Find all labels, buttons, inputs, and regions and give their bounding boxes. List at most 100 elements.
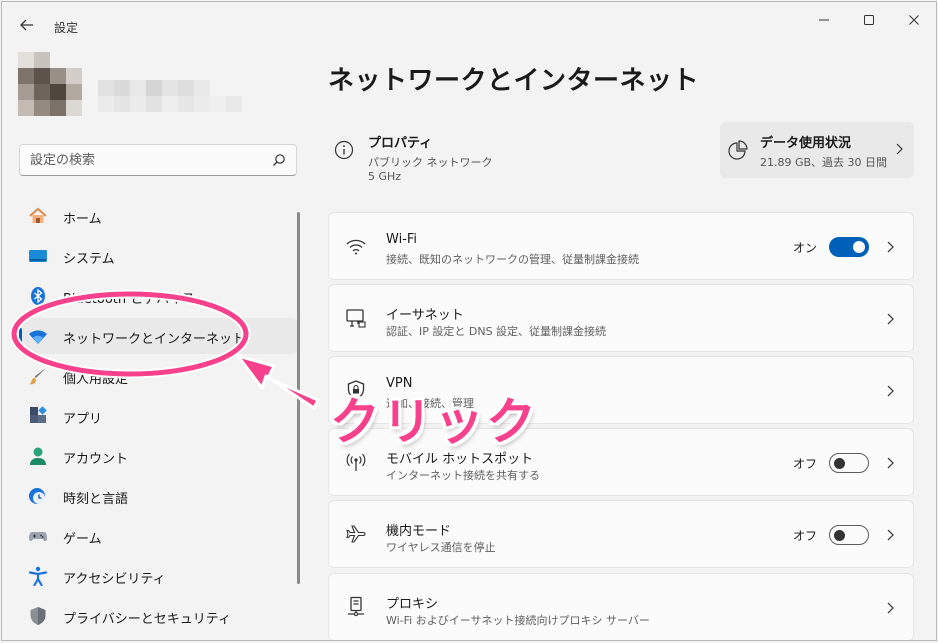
system-icon (29, 250, 47, 262)
proxy-card[interactable]: プロキシ Wi-Fi およびイーサネット接続向けプロキシ サーバー (328, 573, 914, 640)
pixel-block (130, 96, 146, 112)
sidebar-item-label: システム (63, 252, 115, 267)
chevron-right-icon (887, 241, 894, 253)
title-bar: 設定 (2, 2, 936, 50)
hotspot-toggle[interactable] (829, 453, 869, 473)
pixel-block (162, 80, 178, 96)
wifi-card[interactable]: Wi-Fi 接続、既知のネットワークの管理、従量制課金接続 オン (328, 212, 914, 280)
pixel-block (194, 80, 210, 96)
airplane-mode-toggle[interactable] (829, 525, 869, 545)
chevron-right-icon (887, 385, 894, 397)
maximize-icon (864, 15, 874, 25)
pixel-block (18, 100, 34, 116)
search-icon[interactable] (272, 153, 286, 167)
minimize-icon (819, 19, 829, 21)
pixel-block (210, 96, 226, 112)
ethernet-card[interactable]: イーサネット 認証、IP 設定と DNS 設定、従量制課金接続 (328, 284, 914, 352)
sidebar-item-time-language[interactable]: 時刻と言語 (19, 478, 297, 514)
search-input[interactable] (30, 145, 260, 175)
gamepad-icon (29, 532, 47, 541)
home-icon (29, 207, 47, 223)
pixel-block (34, 68, 50, 84)
sidebar-item-gaming[interactable]: ゲーム (19, 518, 297, 554)
card-description: インターネット接続を共有する (386, 469, 540, 482)
proxy-server-icon (348, 596, 364, 617)
sidebar-item-label: プライバシーとセキュリティ (63, 612, 231, 627)
sidebar-item-label: アクセシビリティ (63, 572, 166, 587)
selection-indicator (19, 328, 22, 344)
card-title: Wi-Fi (386, 232, 418, 247)
network-band: 5 GHz (368, 170, 402, 183)
data-usage-title: データ使用状況 (760, 136, 852, 151)
maximize-button[interactable] (855, 10, 883, 30)
pixel-block (98, 80, 114, 96)
pixel-block (50, 68, 66, 84)
toggle-knob (834, 529, 845, 541)
properties-title: プロパティ (368, 136, 433, 151)
wifi-toggle[interactable] (829, 237, 869, 257)
sidebar-item-bluetooth[interactable]: Bluetooth とデバイス (19, 278, 297, 314)
pixel-block (18, 84, 34, 100)
network-properties[interactable]: プロパティ パブリック ネットワーク 5 GHz (328, 122, 708, 183)
info-icon (334, 140, 354, 160)
sidebar-item-network[interactable]: ネットワークとインターネット (19, 318, 297, 354)
chevron-right-icon (887, 457, 894, 469)
sidebar-item-accessibility[interactable]: アクセシビリティ (19, 558, 297, 594)
sidebar-item-apps[interactable]: アプリ (19, 398, 297, 434)
chevron-right-icon (887, 602, 894, 614)
sidebar-item-label: 個人用設定 (63, 372, 129, 387)
pixel-block (34, 84, 50, 100)
airplane-mode-card[interactable]: 機内モード ワイヤレス通信を停止 オフ (328, 500, 914, 568)
pixel-block (34, 100, 50, 116)
sidebar-item-label: ホーム (63, 212, 102, 227)
pixel-block (66, 68, 82, 84)
settings-window: 設定 設定の検索 ホーム システム Bluetooth とデバイス ネットワーク… (1, 1, 937, 641)
clock-globe-icon (29, 488, 45, 504)
pixel-block (114, 96, 130, 112)
sidebar-item-label: 時刻と言語 (63, 492, 129, 507)
pixel-block (34, 52, 50, 68)
close-button[interactable] (900, 10, 928, 30)
sidebar-scrollbar[interactable] (297, 212, 300, 584)
card-title: プロキシ (386, 597, 439, 612)
pixel-block (66, 100, 82, 116)
pixel-block (18, 68, 34, 84)
wifi-icon (29, 330, 47, 344)
pixel-block (162, 96, 178, 112)
toggle-state-label: オフ (792, 457, 817, 471)
bluetooth-icon (31, 287, 45, 305)
chevron-right-icon (887, 529, 894, 541)
card-title: 機内モード (386, 524, 452, 539)
back-arrow-icon (20, 19, 33, 31)
chevron-right-icon (896, 143, 903, 155)
sidebar-item-personalization[interactable]: 個人用設定 (19, 358, 297, 394)
minimize-button[interactable] (810, 10, 838, 30)
sidebar-item-privacy[interactable]: プライバシーとセキュリティ (19, 598, 297, 634)
pixel-block (66, 84, 82, 100)
sidebar-item-accounts[interactable]: アカウント (19, 438, 297, 474)
sidebar-item-system[interactable]: システム (19, 238, 297, 274)
data-usage-card[interactable]: データ使用状況 21.89 GB、過去 30 日間 (720, 122, 914, 178)
network-type: パブリック ネットワーク (368, 156, 493, 169)
app-title: 設定 (54, 21, 79, 35)
pixel-block (226, 96, 242, 112)
account-icon (30, 447, 46, 465)
sidebar-item-label: Bluetooth とデバイス (63, 292, 195, 307)
card-description: ワイヤレス通信を停止 (386, 541, 496, 554)
sidebar-item-label: ゲーム (63, 532, 102, 547)
user-profile-pixelated[interactable] (18, 52, 248, 122)
ethernet-icon (346, 309, 366, 328)
card-title: イーサネット (386, 308, 464, 323)
pixel-block (98, 96, 114, 112)
brush-icon (29, 368, 46, 385)
pixel-block (130, 80, 146, 96)
sidebar-item-label: アカウント (63, 452, 129, 467)
sidebar-item-home[interactable]: ホーム (19, 198, 297, 234)
settings-search-box[interactable] (19, 144, 297, 176)
card-description: Wi-Fi およびイーサネット接続向けプロキシ サーバー (386, 614, 650, 627)
toggle-knob (834, 457, 845, 469)
toggle-state-label: オフ (792, 529, 817, 543)
back-button[interactable] (16, 14, 38, 36)
data-usage-detail: 21.89 GB、過去 30 日間 (760, 156, 888, 169)
close-icon (909, 15, 919, 25)
